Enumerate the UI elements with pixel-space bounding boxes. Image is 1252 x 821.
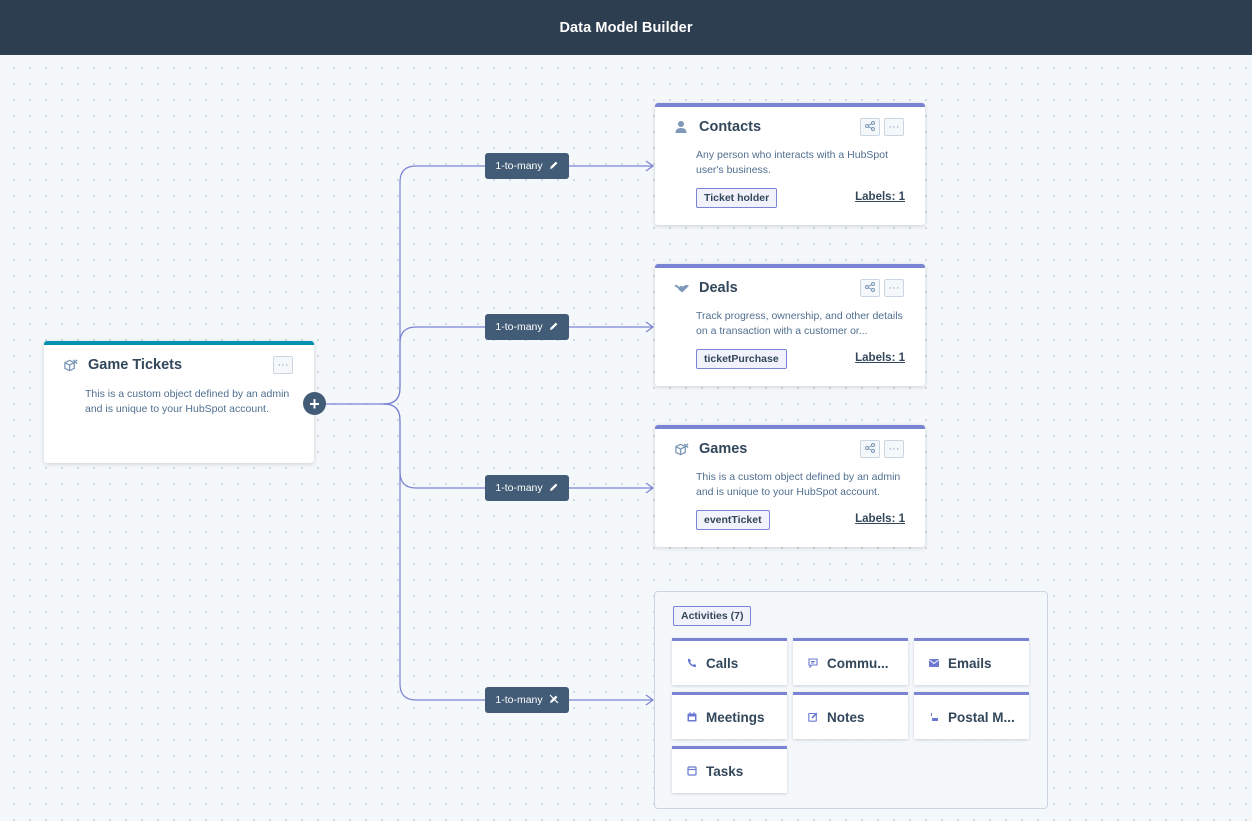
- share-button[interactable]: [860, 118, 880, 136]
- games-description-line1: This is a custom object defined by an ad…: [696, 471, 901, 483]
- more-icon: ···: [888, 442, 900, 455]
- activities-group: Activities (7) Calls Commu... Emails Mee…: [654, 591, 1048, 809]
- more-button[interactable]: ···: [884, 279, 904, 297]
- relationship-pill-contacts[interactable]: 1-to-many: [485, 153, 569, 179]
- relationship-pill-games[interactable]: 1-to-many: [485, 475, 569, 501]
- deals-description: Track progress, ownership, and other det…: [696, 309, 903, 339]
- activity-label: Notes: [827, 709, 865, 725]
- add-association-button[interactable]: +: [303, 392, 326, 415]
- contacts-description-line2: user's business.: [696, 164, 771, 176]
- email-icon: [929, 658, 939, 668]
- source-description-line1: This is a custom object defined by an ad…: [85, 388, 290, 400]
- games-card-header: Games: [673, 441, 747, 457]
- activity-tile-emails[interactable]: Emails: [914, 638, 1029, 685]
- labels-link[interactable]: Labels: 1: [855, 352, 905, 364]
- share-button[interactable]: [860, 440, 880, 458]
- activity-label: Commu...: [827, 655, 889, 671]
- association-label-tag: Ticket holder: [696, 188, 778, 208]
- relationship-pill-activities[interactable]: 1-to-many: [485, 687, 569, 713]
- relationship-label: 1-to-many: [495, 160, 543, 172]
- more-icon: ···: [277, 358, 289, 371]
- handshake-icon: [673, 280, 689, 296]
- games-title: Games: [699, 441, 748, 457]
- calendar-icon: [687, 712, 697, 722]
- pencil-icon: [549, 482, 559, 495]
- activity-label: Emails: [948, 655, 992, 671]
- pencil-icon: [549, 160, 559, 173]
- labels-link[interactable]: Labels: 1: [855, 513, 905, 525]
- deals-title: Deals: [699, 280, 738, 296]
- source-title: Game Tickets: [88, 357, 183, 373]
- relationship-label: 1-to-many: [495, 482, 543, 494]
- share-icon: [865, 281, 875, 295]
- source-more-button[interactable]: ···: [273, 356, 293, 374]
- activities-tag: Activities (7): [673, 606, 752, 626]
- connector-contacts: [326, 165, 652, 405]
- custom-object-icon: [62, 357, 78, 373]
- task-icon: [687, 766, 697, 776]
- person-icon: [673, 119, 689, 135]
- phone-icon: [687, 658, 697, 668]
- deals-card-header: Deals: [673, 280, 738, 296]
- activity-tile-calls[interactable]: Calls: [672, 638, 787, 685]
- activity-tile-tasks[interactable]: Tasks: [672, 746, 787, 793]
- activity-tile-notes[interactable]: Notes: [793, 692, 908, 739]
- note-icon: [808, 712, 818, 722]
- connector-activities: [383, 403, 652, 701]
- deals-description-line1: Track progress, ownership, and other det…: [696, 310, 903, 322]
- share-icon: [865, 120, 875, 134]
- activity-label: Tasks: [706, 763, 744, 779]
- association-label-tag: ticketPurchase: [696, 349, 787, 369]
- object-card-deals[interactable]: Deals ··· Track progress, ownership, and…: [655, 264, 925, 386]
- edit-disabled-icon: [549, 694, 559, 707]
- object-card-contacts[interactable]: Contacts ··· Any person who interacts wi…: [655, 103, 925, 225]
- source-description: This is a custom object defined by an ad…: [85, 387, 289, 417]
- activity-label: Postal M...: [948, 709, 1015, 725]
- contacts-description: Any person who interacts with a HubSpot …: [696, 148, 888, 178]
- relationship-label: 1-to-many: [495, 321, 543, 333]
- chat-icon: [808, 658, 818, 668]
- relationship-pill-deals[interactable]: 1-to-many: [485, 314, 569, 340]
- object-card-games[interactable]: Games ··· This is a custom object define…: [655, 425, 925, 547]
- share-button[interactable]: [860, 279, 880, 297]
- contacts-title: Contacts: [699, 119, 762, 135]
- more-button[interactable]: ···: [884, 440, 904, 458]
- source-card-header: Game Tickets: [62, 357, 182, 373]
- more-icon: ···: [888, 120, 900, 133]
- relationship-label: 1-to-many: [495, 694, 543, 706]
- contacts-card-header: Contacts: [673, 119, 761, 135]
- deals-description-line2: on a transaction with a customer or...: [696, 325, 868, 337]
- plus-icon: +: [309, 393, 320, 414]
- custom-object-icon: [673, 441, 689, 457]
- share-icon: [865, 442, 875, 456]
- activity-label: Meetings: [706, 709, 765, 725]
- more-icon: ···: [888, 281, 900, 294]
- activity-tile-postal-mail[interactable]: Postal M...: [914, 692, 1029, 739]
- postal-icon: [929, 712, 939, 722]
- activity-tile-meetings[interactable]: Meetings: [672, 692, 787, 739]
- source-description-line2: and is unique to your HubSpot account.: [85, 403, 269, 415]
- activity-tile-communications[interactable]: Commu...: [793, 638, 908, 685]
- pencil-icon: [549, 321, 559, 334]
- activity-label: Calls: [706, 655, 739, 671]
- contacts-description-line1: Any person who interacts with a HubSpot: [696, 149, 889, 161]
- labels-link[interactable]: Labels: 1: [855, 191, 905, 203]
- association-label-tag: eventTicket: [696, 510, 770, 530]
- games-description: This is a custom object defined by an ad…: [696, 470, 900, 500]
- source-object-card[interactable]: Game Tickets ··· This is a custom object…: [44, 341, 314, 463]
- more-button[interactable]: ···: [884, 118, 904, 136]
- games-description-line2: and is unique to your HubSpot account.: [696, 486, 880, 498]
